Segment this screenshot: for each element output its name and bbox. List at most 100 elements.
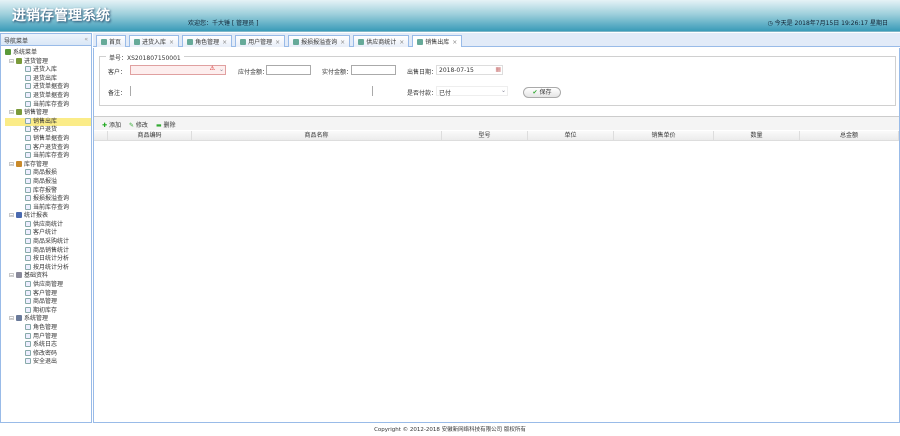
- tab[interactable]: 角色管理 ×: [182, 35, 233, 47]
- nav-item[interactable]: 供应商管理: [5, 281, 91, 290]
- customer-select[interactable]: ⚠ ⌄: [130, 65, 226, 75]
- save-button[interactable]: ✔ 保存: [523, 87, 561, 98]
- collapse-toggle-icon[interactable]: ⊟: [9, 315, 14, 322]
- paid-input[interactable]: [351, 65, 396, 75]
- tab[interactable]: 报损报溢查询 ×: [288, 35, 351, 47]
- grid-toolbar: ✚ 添加 ✎ 修改 ▬ 删除: [94, 116, 899, 130]
- collapse-toggle-icon[interactable]: ⊟: [9, 212, 14, 219]
- nav-item[interactable]: 商品报损: [5, 169, 91, 178]
- edit-button[interactable]: ✎ 修改: [129, 120, 148, 129]
- payment-select[interactable]: 已付 ⌄: [436, 86, 508, 97]
- close-icon[interactable]: ×: [275, 39, 280, 46]
- close-icon[interactable]: ×: [222, 39, 227, 46]
- nav-item[interactable]: 期初库存: [5, 306, 91, 316]
- tab[interactable]: 销售出库 ×: [412, 35, 463, 47]
- column-header[interactable]: 商品名称: [192, 131, 442, 140]
- nav-item[interactable]: 商品销售统计: [5, 246, 91, 256]
- nav-item[interactable]: 客户退货: [5, 126, 91, 135]
- nav-group-label: 库存管理: [23, 160, 48, 168]
- nav-item[interactable]: 报损报溢查询: [5, 195, 91, 204]
- nav-item-label: 销售出库: [33, 117, 58, 125]
- nav-item[interactable]: 客户退货查询: [5, 143, 91, 153]
- column-header[interactable]: 单位: [528, 131, 614, 140]
- column-header[interactable]: 商品编码: [108, 131, 192, 140]
- tab-label: 报损报溢查询: [301, 39, 338, 46]
- tab-label: 角色管理: [195, 39, 220, 46]
- collapse-button[interactable]: «: [84, 36, 88, 43]
- collapse-toggle-icon[interactable]: ⊟: [9, 161, 14, 168]
- nav-group[interactable]: ⊟ 系统管理: [5, 315, 91, 324]
- close-icon[interactable]: ×: [399, 39, 404, 46]
- nav-item[interactable]: 当前库存查询: [5, 203, 91, 213]
- page-icon: [25, 255, 31, 262]
- nav-item[interactable]: 商品管理: [5, 298, 91, 307]
- nav-item[interactable]: 销售单据查询: [5, 134, 91, 144]
- nav-group[interactable]: ⊟ 进货管理: [5, 57, 91, 67]
- tab[interactable]: 进货入库 ×: [129, 35, 180, 47]
- nav-item[interactable]: 商品报溢: [5, 177, 91, 187]
- nav-group[interactable]: ⊟ 基础资料: [5, 272, 91, 281]
- page-icon: [25, 263, 31, 270]
- paid-label: 实付金额：: [322, 69, 353, 76]
- nav-item[interactable]: 库存报警: [5, 186, 91, 196]
- tab[interactable]: 供应商统计 ×: [353, 35, 410, 47]
- column-header[interactable]: 型号: [442, 131, 528, 140]
- page-icon: [25, 126, 31, 133]
- nav-item-label: 报损报溢查询: [33, 195, 70, 203]
- nav-item-label: 客户统计: [33, 229, 58, 237]
- chevron-down-icon[interactable]: ⌄: [219, 66, 224, 73]
- nav-item[interactable]: 按月统计分析: [5, 263, 91, 273]
- nav-item[interactable]: 商品采购统计: [5, 238, 91, 247]
- nav-item[interactable]: 当前库存查询: [5, 152, 91, 161]
- nav-item[interactable]: 进货入库: [5, 66, 91, 75]
- nav-item[interactable]: 角色管理: [5, 324, 91, 333]
- page-icon: [25, 229, 31, 236]
- collapse-toggle-icon[interactable]: ⊟: [9, 109, 14, 116]
- column-header[interactable]: 总金额: [800, 131, 899, 140]
- nav-item[interactable]: 当前库存查询: [5, 100, 91, 110]
- column-header[interactable]: 销售单价: [614, 131, 714, 140]
- close-icon[interactable]: ×: [169, 39, 174, 46]
- calendar-icon[interactable]: ▦: [495, 66, 501, 73]
- tab-bar: 首页 进货入库 × 角色管理 × 用户管理 × 报损报溢查询 × 供应商统计 × 销售出库 ×: [93, 33, 900, 47]
- nav-item[interactable]: 安全退出: [5, 358, 91, 367]
- nav-group[interactable]: ⊟ 销售管理: [5, 109, 91, 118]
- page-icon: [25, 298, 31, 305]
- nav-item[interactable]: 系统日志: [5, 341, 91, 350]
- nav-item[interactable]: 用户管理: [5, 332, 91, 342]
- add-button[interactable]: ✚ 添加: [102, 120, 121, 129]
- tab-icon: [134, 39, 141, 45]
- page-icon: [25, 143, 31, 150]
- nav-item-label: 当前库存查询: [33, 100, 70, 108]
- tab-icon: [358, 39, 365, 45]
- nav-group[interactable]: ⊟ 统计报表: [5, 212, 91, 221]
- close-icon[interactable]: ×: [340, 39, 345, 46]
- remark-input[interactable]: [130, 86, 373, 96]
- sales-out-panel: 单号：XS201807150001 客户： ⚠ ⌄ 应付金额： 实付金额： 出售日…: [93, 48, 900, 423]
- tab[interactable]: 首页: [96, 35, 127, 47]
- nav-item[interactable]: 客户管理: [5, 289, 91, 299]
- nav-item[interactable]: 按日统计分析: [5, 255, 91, 264]
- tab[interactable]: 用户管理 ×: [235, 35, 286, 47]
- nav-item-label: 用户管理: [33, 332, 58, 340]
- footer: Copyright © 2012-2018 安徽新网络科技有限公司 版权所有: [374, 427, 526, 433]
- tree-root[interactable]: 系统菜单: [5, 49, 91, 58]
- close-icon[interactable]: ×: [452, 39, 457, 46]
- column-header[interactable]: 数量: [714, 131, 800, 140]
- sidebar-header: 导航菜单 «: [1, 34, 91, 46]
- nav-item[interactable]: 进货单据查询: [5, 83, 91, 92]
- collapse-toggle-icon[interactable]: ⊟: [9, 58, 14, 65]
- page-icon: [25, 152, 31, 159]
- tab-label: 供应商统计: [366, 39, 397, 46]
- collapse-toggle-icon[interactable]: ⊟: [9, 272, 14, 279]
- nav-item[interactable]: 客户统计: [5, 229, 91, 238]
- date-input[interactable]: 2018-07-15 ▦: [436, 65, 503, 75]
- nav-item-label: 商品管理: [33, 298, 58, 306]
- nav-item[interactable]: 退货单据查询: [5, 91, 91, 101]
- delete-button[interactable]: ▬ 删除: [156, 120, 176, 129]
- nav-item-label: 商品报损: [33, 169, 58, 177]
- nav-item-label: 商品报溢: [33, 177, 58, 185]
- chevron-down-icon[interactable]: ⌄: [501, 87, 506, 94]
- page-icon: [25, 238, 31, 245]
- payable-input[interactable]: [266, 65, 311, 75]
